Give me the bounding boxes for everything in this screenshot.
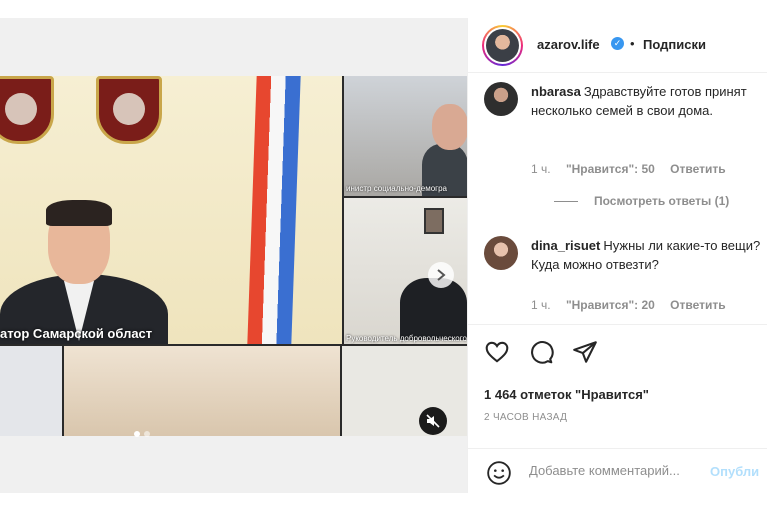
carousel-dots [134,431,150,437]
likes-count[interactable]: 1 464 отметок "Нравится" [484,387,649,402]
coat-of-arms-russia [0,76,54,144]
comment-body: nbarasa Здравствуйте готов принят несколь… [531,82,766,120]
wall-portrait [424,208,444,234]
video-tile-governor: атор Самарской област [0,76,342,344]
coat-of-arms-samara [96,76,162,144]
verified-badge-icon: ✓ [611,37,624,50]
video-tile-bottom-center [64,346,340,436]
share-icon[interactable] [572,339,598,365]
comment-meta: 1 ч. "Нравится": 50 Ответить [531,162,738,176]
action-icons [484,339,598,365]
participant-caption: инистр социально-демогра [346,184,447,193]
carousel-dot [144,431,150,437]
post-actions: 1 464 отметок "Нравится" 2 ЧАСОВ НАЗАД [468,324,767,436]
author-username[interactable]: azarov.life [537,37,600,52]
following-button[interactable]: Подписки [643,37,706,52]
commenter-avatar[interactable] [484,236,518,270]
regional-flag [247,76,301,344]
chevron-right-icon [437,269,446,281]
comment-input[interactable] [529,463,709,478]
comment-body: dina_risuet Нужны ли какие-то вещи? Куда … [531,236,766,274]
comment-likes[interactable]: "Нравится": 50 [566,162,655,176]
media-letterbox-bottom [0,436,467,493]
post-side-panel: azarov.life ✓ • Подписки nbarasa Здравств… [467,18,767,493]
comment-icon[interactable] [528,339,554,365]
emoji-icon[interactable] [486,460,512,486]
comment-time: 1 ч. [531,162,551,176]
reply-button[interactable]: Ответить [670,162,725,176]
instagram-post-view: атор Самарской област инистр социально-д… [0,0,767,511]
heart-icon[interactable] [484,339,510,365]
author-avatar[interactable] [482,25,523,66]
video-tile-bottom-left [0,346,62,436]
commenter-avatar[interactable] [484,82,518,116]
comments-list[interactable]: nbarasa Здравствуйте готов принят несколь… [468,74,767,324]
post-header: azarov.life ✓ • Подписки [468,18,767,73]
post-timestamp: 2 ЧАСОВ НАЗАД [484,412,568,423]
add-comment-bar: Опубли [468,448,767,493]
avatar-image [486,29,519,62]
view-replies-button[interactable]: Посмотреть ответы (1) [554,194,729,208]
participant-body [400,278,467,340]
comment-meta: 1 ч. "Нравится": 20 Ответить [531,298,738,312]
post-media[interactable]: атор Самарской област инистр социально-д… [0,18,467,493]
commenter-username[interactable]: nbarasa [531,84,581,99]
video-tile-minister: инистр социально-демогра [344,76,467,196]
header-separator: • [630,36,635,51]
speaker-caption: атор Самарской област [0,326,153,341]
video-conference-frame[interactable]: атор Самарской област инистр социально-д… [0,76,467,436]
publish-button[interactable]: Опубли [710,464,759,479]
reply-button[interactable]: Ответить [670,298,725,312]
speaker-hair [46,200,112,226]
carousel-dot-active [134,431,140,437]
video-tile-bottom-right [342,346,467,436]
avatar-inner [484,27,521,64]
participant-head [432,104,467,150]
comment-time: 1 ч. [531,298,551,312]
commenter-username[interactable]: dina_risuet [531,238,600,253]
next-slide-button[interactable] [428,262,454,288]
media-letterbox-top [0,18,467,76]
participant-caption: Руководитель добровольческого [346,334,467,343]
muted-speaker-icon [426,414,440,428]
mute-button[interactable] [419,407,447,435]
comment-likes[interactable]: "Нравится": 20 [566,298,655,312]
